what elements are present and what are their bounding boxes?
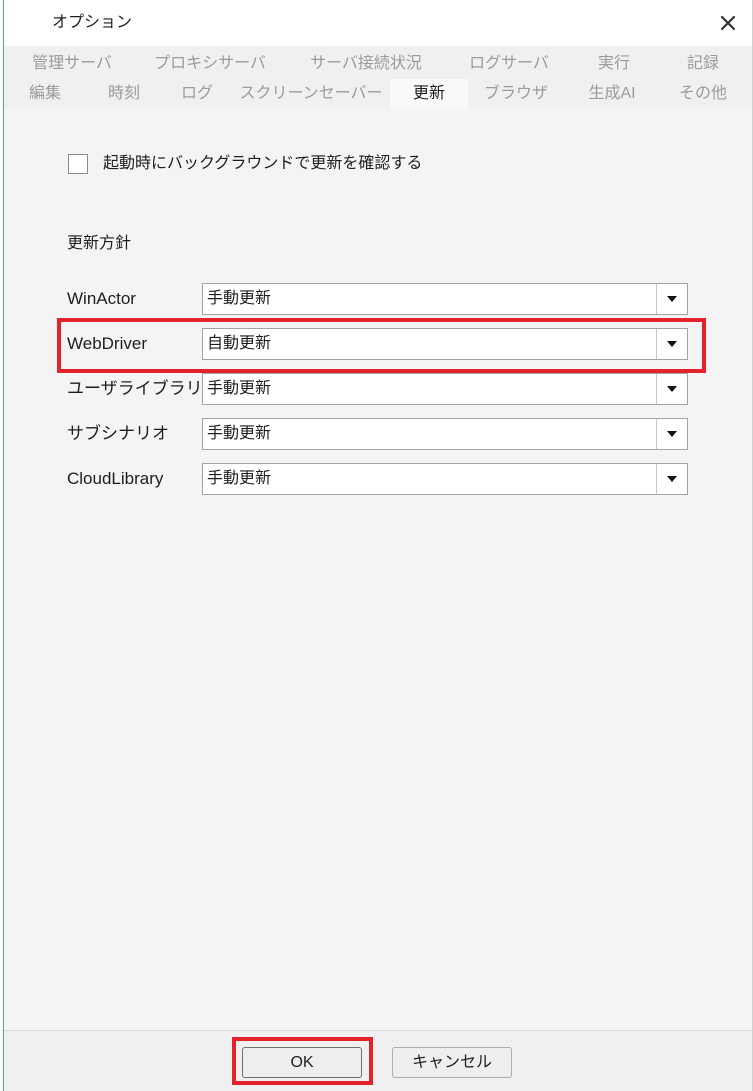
dropdown-value: 自動更新 (207, 335, 272, 352)
dropdown-arrow-button[interactable] (656, 374, 687, 404)
policy-row-webdriver: WebDriver 自動更新 (4, 328, 752, 360)
close-icon[interactable] (719, 14, 737, 32)
dropdown-arrow-button[interactable] (656, 329, 687, 359)
policy-row-winactor: WinActor 手動更新 (4, 283, 752, 315)
dropdown-arrow-button[interactable] (656, 419, 687, 449)
triangle-down-icon (667, 431, 677, 437)
dropdown-value: 手動更新 (207, 470, 272, 487)
cloudlibrary-update-policy-dropdown[interactable]: 手動更新 (202, 463, 688, 495)
triangle-down-icon (667, 341, 677, 347)
cancel-button[interactable]: キャンセル (392, 1047, 512, 1078)
tab-generative-ai[interactable]: 生成AI (584, 79, 639, 109)
policy-row-user-library: ユーザライブラリ 手動更新 (4, 373, 752, 405)
tab-other[interactable]: その他 (675, 79, 731, 109)
tab-log-server[interactable]: ログサーバ (465, 49, 553, 79)
policy-row-subscenario: サブシナリオ 手動更新 (4, 418, 752, 450)
subscenario-label: サブシナリオ (67, 424, 169, 443)
user-library-label: ユーザライブラリ (67, 379, 203, 398)
dropdown-value: 手動更新 (207, 380, 272, 397)
winactor-label: WinActor (67, 289, 136, 308)
dropdown-value: 手動更新 (207, 425, 272, 442)
triangle-down-icon (667, 296, 677, 302)
dialog-title: オプション (52, 14, 133, 31)
dropdown-arrow-button[interactable] (656, 464, 687, 494)
title-bar[interactable]: オプション (4, 0, 752, 46)
triangle-down-icon (667, 476, 677, 482)
webdriver-label: WebDriver (67, 334, 147, 353)
startup-update-check-label[interactable]: 起動時にバックグラウンドで更新を確認する (103, 153, 422, 175)
triangle-down-icon (667, 386, 677, 392)
tab-strip: 管理サーバ プロキシサーバ サーバ接続状況 ログサーバ 実行 記録 編集 時刻 … (4, 46, 752, 110)
tab-screensaver[interactable]: スクリーンセーバー (235, 79, 386, 109)
tab-time[interactable]: 時刻 (104, 79, 144, 109)
tab-execution[interactable]: 実行 (594, 49, 634, 79)
subscenario-update-policy-dropdown[interactable]: 手動更新 (202, 418, 688, 450)
options-dialog: オプション 管理サーバ プロキシサーバ サーバ接続状況 ログサーバ 実行 記録 … (0, 0, 753, 1091)
ok-button[interactable]: OK (242, 1047, 362, 1078)
tab-proxy-server[interactable]: プロキシサーバ (150, 49, 270, 79)
dialog-footer: OK キャンセル (4, 1030, 752, 1091)
tab-log[interactable]: ログ (177, 79, 217, 109)
tab-edit[interactable]: 編集 (25, 79, 65, 109)
policy-row-cloudlibrary: CloudLibrary 手動更新 (4, 463, 752, 495)
tab-management-server[interactable]: 管理サーバ (28, 49, 116, 79)
update-tab-panel: 起動時にバックグラウンドで更新を確認する 更新方針 WinActor 手動更新 … (4, 109, 752, 1030)
dropdown-arrow-button[interactable] (656, 284, 687, 314)
tab-browser[interactable]: ブラウザ (480, 79, 552, 109)
tab-update[interactable]: 更新 (390, 79, 468, 110)
startup-update-check-checkbox[interactable] (68, 154, 88, 174)
update-policy-heading: 更新方針 (67, 235, 132, 252)
webdriver-update-policy-dropdown[interactable]: 自動更新 (202, 328, 688, 360)
tab-server-connection-status[interactable]: サーバ接続状況 (306, 49, 426, 79)
dropdown-value: 手動更新 (207, 290, 272, 307)
user-library-update-policy-dropdown[interactable]: 手動更新 (202, 373, 688, 405)
winactor-update-policy-dropdown[interactable]: 手動更新 (202, 283, 688, 315)
tab-recording[interactable]: 記録 (683, 49, 723, 79)
cloudlibrary-label: CloudLibrary (67, 469, 164, 488)
